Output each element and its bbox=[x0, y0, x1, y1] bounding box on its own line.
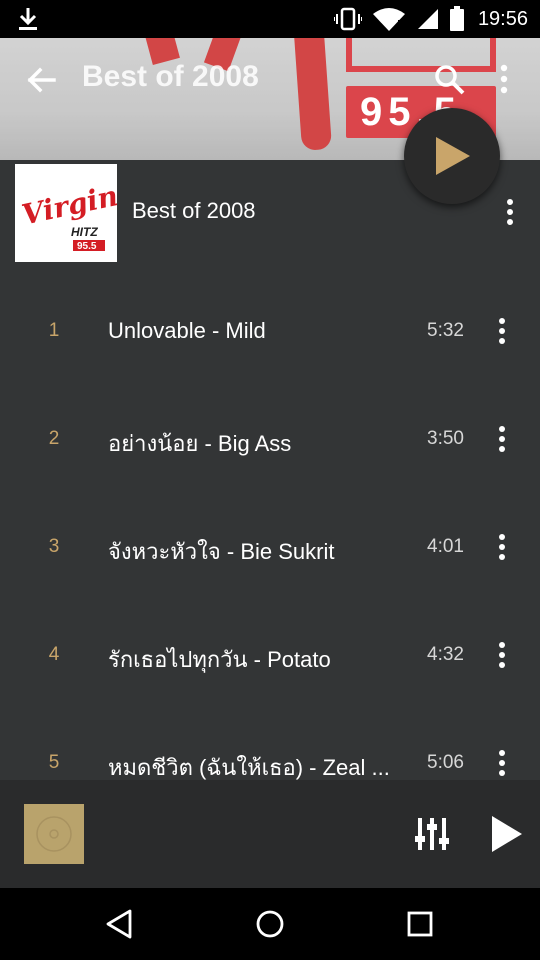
track-duration: 4:01 bbox=[427, 536, 464, 557]
nav-home-icon[interactable] bbox=[254, 908, 286, 940]
equalizer-icon[interactable] bbox=[412, 814, 452, 854]
wifi-icon bbox=[372, 8, 405, 31]
play-icon[interactable] bbox=[486, 814, 526, 854]
system-nav-bar bbox=[0, 888, 540, 960]
track-number: 1 bbox=[48, 320, 60, 341]
svg-text:HITZ: HITZ bbox=[71, 225, 98, 239]
track-row[interactable]: 4 รักเธอไปทุกวัน - Potato 4:32 bbox=[0, 602, 540, 710]
track-duration: 4:32 bbox=[427, 644, 464, 665]
track-title: จังหวะหัวใจ - Bie Sukrit bbox=[108, 539, 335, 564]
status-bar: 19:56 bbox=[0, 0, 540, 38]
track-title: หมดชีวิต (ฉันให้เธอ) - Zeal ... bbox=[108, 755, 390, 780]
track-overflow-icon[interactable] bbox=[492, 640, 512, 670]
svg-text:95.5: 95.5 bbox=[77, 241, 97, 252]
track-overflow-icon[interactable] bbox=[492, 316, 512, 346]
track-number: 2 bbox=[48, 428, 60, 449]
album-info-row: Virgin HITZ 95.5 Best of 2008 bbox=[0, 160, 540, 268]
vibrate-icon bbox=[333, 7, 362, 31]
track-overflow-icon[interactable] bbox=[492, 532, 512, 562]
signal-icon bbox=[417, 9, 438, 29]
download-icon bbox=[19, 8, 37, 30]
track-title: รักเธอไปทุกวัน - Potato bbox=[108, 647, 331, 672]
status-time: 19:56 bbox=[477, 7, 528, 30]
now-playing-bar[interactable] bbox=[0, 780, 540, 888]
album-cover: Virgin HITZ 95.5 bbox=[15, 164, 117, 262]
track-number: 4 bbox=[48, 644, 60, 665]
track-number: 3 bbox=[48, 536, 60, 557]
album-title: Best of 2008 bbox=[132, 198, 256, 223]
track-overflow-icon[interactable] bbox=[492, 424, 512, 454]
track-row[interactable]: 5 หมดชีวิต (ฉันให้เธอ) - Zeal ... 5:06 bbox=[0, 710, 540, 780]
virgin-hitz-logo: Virgin HITZ 95.5 bbox=[15, 164, 117, 262]
nav-back-icon[interactable] bbox=[104, 908, 136, 940]
track-number: 5 bbox=[48, 752, 60, 773]
back-arrow-icon[interactable] bbox=[24, 62, 60, 98]
disc-placeholder-icon bbox=[36, 816, 72, 852]
search-icon[interactable] bbox=[432, 62, 466, 96]
overflow-menu-icon[interactable] bbox=[494, 62, 514, 96]
track-duration: 3:50 bbox=[427, 428, 464, 449]
track-list: 1 Unlovable - Mild 5:32 2 อย่างน้อย - Bi… bbox=[0, 278, 540, 780]
track-overflow-icon[interactable] bbox=[492, 748, 512, 778]
track-title: อย่างน้อย - Big Ass bbox=[108, 431, 292, 456]
battery-icon bbox=[449, 6, 464, 31]
track-row[interactable]: 1 Unlovable - Mild 5:32 bbox=[0, 278, 540, 386]
nav-recents-icon[interactable] bbox=[404, 908, 436, 940]
track-row[interactable]: 3 จังหวะหัวใจ - Bie Sukrit 4:01 bbox=[0, 494, 540, 602]
album-overflow-icon[interactable] bbox=[500, 198, 520, 226]
track-duration: 5:32 bbox=[427, 320, 464, 341]
toolbar-title: Best of 2008 bbox=[82, 60, 259, 93]
track-duration: 5:06 bbox=[427, 752, 464, 773]
track-row[interactable]: 2 อย่างน้อย - Big Ass 3:50 bbox=[0, 386, 540, 494]
track-title: Unlovable - Mild bbox=[108, 318, 266, 343]
now-playing-art[interactable] bbox=[24, 804, 84, 864]
